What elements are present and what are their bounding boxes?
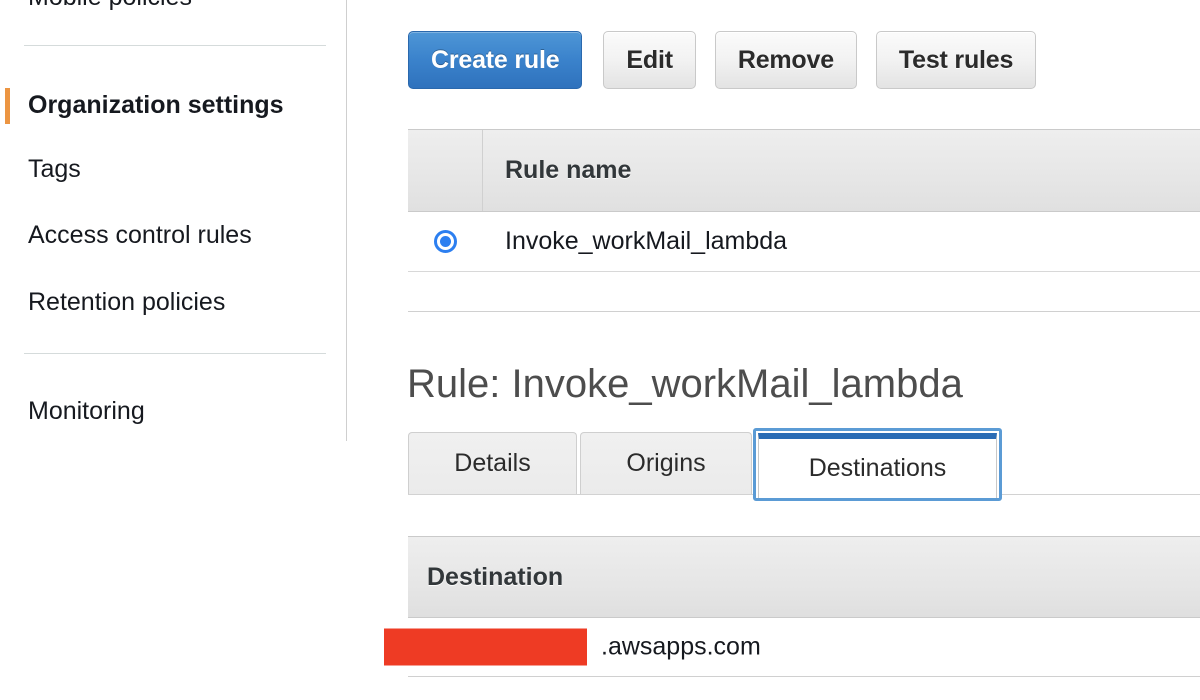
edit-button[interactable]: Edit bbox=[603, 31, 696, 89]
rules-toolbar: Create rule Edit Remove Test rules bbox=[408, 31, 1037, 89]
destinations-header-destination: Destination bbox=[408, 536, 1200, 618]
rules-row-rule-name: Invoke_workMail_lambda bbox=[505, 227, 788, 255]
sidebar-item-tags[interactable]: Tags bbox=[28, 154, 81, 184]
rules-header-rule-name: Rule name bbox=[505, 156, 632, 184]
destinations-table: Destination .awsapps.com bbox=[384, 536, 1200, 677]
rules-table-header: Rule name bbox=[408, 129, 1200, 212]
sidebar-divider-top bbox=[24, 45, 326, 46]
rule-detail-tabs: Details Origins Destinations bbox=[408, 428, 1200, 501]
destination-value: .awsapps.com bbox=[601, 632, 761, 661]
sidebar-item-access-control-rules[interactable]: Access control rules bbox=[28, 220, 252, 250]
page-title: Rule: Invoke_workMail_lambda bbox=[407, 362, 963, 406]
sidebar: Mobile policies Organization settings Ta… bbox=[0, 0, 347, 700]
tab-details[interactable]: Details bbox=[408, 432, 577, 494]
list-item[interactable]: .awsapps.com bbox=[384, 618, 1200, 677]
sidebar-divider-bottom bbox=[24, 353, 326, 354]
rules-table-footer bbox=[408, 272, 1200, 312]
redaction-overlay bbox=[384, 628, 587, 666]
test-rules-button[interactable]: Test rules bbox=[875, 31, 1037, 89]
tab-destinations[interactable]: Destinations bbox=[758, 433, 997, 498]
sidebar-item-organization-settings[interactable]: Organization settings bbox=[28, 90, 284, 120]
sidebar-item-mobile-policies[interactable]: Mobile policies bbox=[28, 0, 192, 12]
sidebar-item-retention-policies[interactable]: Retention policies bbox=[28, 287, 225, 317]
tab-destinations-focus-ring: Destinations bbox=[753, 428, 1002, 501]
rules-table: Rule name Invoke_workMail_lambda bbox=[408, 129, 1200, 312]
create-rule-button[interactable]: Create rule bbox=[408, 31, 583, 89]
main-content: Create rule Edit Remove Test rules Rule … bbox=[347, 0, 1200, 700]
rules-row-select-cell bbox=[408, 230, 483, 253]
sidebar-item-monitoring[interactable]: Monitoring bbox=[28, 396, 145, 426]
radio-button-selected[interactable] bbox=[434, 230, 457, 253]
tab-origins[interactable]: Origins bbox=[580, 432, 752, 494]
rules-header-select-column bbox=[408, 130, 483, 211]
remove-button[interactable]: Remove bbox=[714, 31, 857, 89]
sidebar-active-marker bbox=[5, 88, 10, 124]
table-row[interactable]: Invoke_workMail_lambda bbox=[408, 212, 1200, 272]
